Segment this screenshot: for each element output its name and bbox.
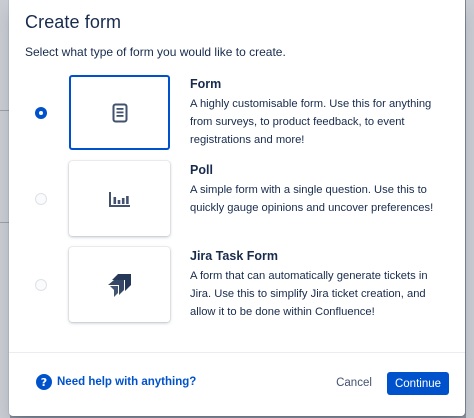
option-jira-title: Jira Task Form	[190, 249, 279, 263]
option-poll[interactable]: Poll A simple form with a single questio…	[9, 158, 465, 240]
option-poll-description: A simple form with a single question. Us…	[190, 184, 434, 214]
option-jira-task-form[interactable]: Jira Task Form A form that can automatic…	[9, 244, 465, 326]
option-form[interactable]: Form A highly customisable form. Use thi…	[9, 72, 465, 154]
option-jira-thumbnail[interactable]	[69, 247, 170, 322]
radio-poll[interactable]	[35, 193, 47, 205]
jira-logo-icon	[107, 273, 131, 297]
option-form-title: Form	[190, 77, 222, 91]
help-link[interactable]: ? Need help with anything?	[36, 374, 196, 390]
backdrop-right	[466, 0, 474, 418]
option-poll-thumbnail[interactable]	[69, 161, 170, 236]
backdrop-divider	[0, 110, 9, 111]
radio-form[interactable]	[35, 107, 47, 119]
continue-button[interactable]: Continue	[387, 372, 449, 395]
option-form-description: A highly customisable form. Use this for…	[190, 98, 432, 146]
question-circle-icon: ?	[36, 374, 52, 390]
option-jira-description: A form that can automatically generate t…	[190, 270, 428, 318]
create-form-dialog: Create form Select what type of form you…	[9, 0, 465, 416]
dialog-title: Create form	[25, 12, 122, 32]
radio-jira-task-form[interactable]	[35, 279, 47, 291]
help-link-label: Need help with anything?	[57, 376, 197, 388]
option-form-thumbnail[interactable]	[69, 75, 170, 150]
backdrop-divider	[0, 222, 9, 223]
footer-divider	[9, 352, 465, 353]
cancel-button[interactable]: Cancel	[330, 372, 378, 394]
option-poll-title: Poll	[190, 163, 213, 177]
poll-bar-chart-icon	[108, 191, 130, 207]
form-document-icon	[112, 103, 127, 122]
dialog-subtitle: Select what type of form you would like …	[25, 45, 286, 59]
